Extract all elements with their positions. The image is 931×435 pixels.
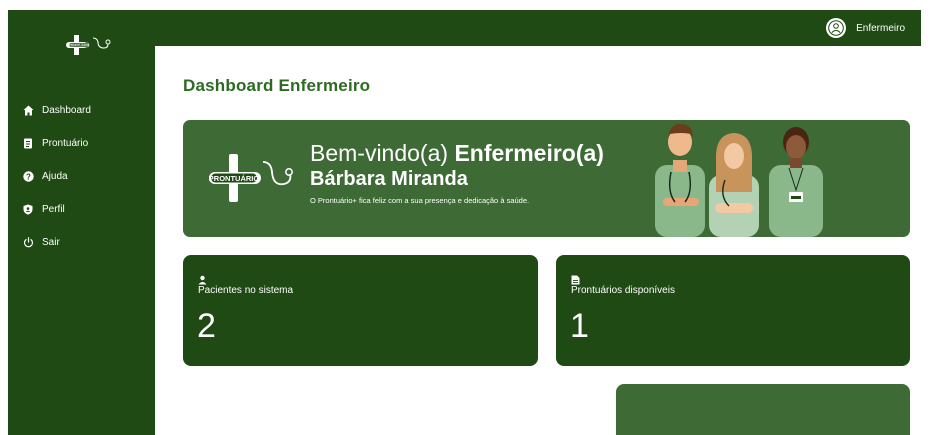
welcome-text: Bem-vindo(a) Enfermeiro(a) Bárbara Miran… [310, 140, 604, 205]
patients-card[interactable]: Pacientes no sistema 2 [183, 255, 538, 366]
svg-text:?: ? [26, 172, 31, 181]
app-logo[interactable]: PRONTUÁRIO [63, 32, 113, 58]
sidebar-item-ajuda[interactable]: ? Ajuda [22, 160, 91, 193]
welcome-heading: Bem-vindo(a) Enfermeiro(a) [310, 140, 604, 166]
sidebar-item-prontuario[interactable]: Prontuário [22, 127, 91, 160]
shield-icon [22, 204, 34, 216]
avatar[interactable] [826, 18, 847, 38]
banner-logo: PRONTUÁRIO [205, 152, 295, 204]
file-icon [571, 272, 580, 285]
sidebar-item-perfil[interactable]: Perfil [22, 193, 91, 226]
logo-text: PRONTUÁRIO [209, 174, 260, 183]
sidebar: PRONTUÁRIO Dashboard Prontuário ? Ajuda … [8, 10, 155, 435]
sidebar-item-label: Ajuda [42, 171, 68, 182]
home-icon [22, 105, 34, 117]
user-role-label: Enfermeiro [856, 22, 905, 34]
top-bar: Enfermeiro [155, 10, 921, 46]
patients-card-value: 2 [197, 307, 216, 345]
document-icon [22, 138, 34, 150]
page-title: Dashboard Enfermeiro [183, 76, 371, 95]
user-icon [198, 272, 207, 285]
svg-text:PRONTUÁRIO: PRONTUÁRIO [69, 42, 90, 47]
user-menu[interactable]: Enfermeiro [826, 18, 905, 38]
welcome-banner: PRONTUÁRIO Bem-vindo(a) Enfermeiro(a) Bá… [183, 120, 910, 237]
patients-card-label: Pacientes no sistema [198, 285, 294, 296]
sidebar-item-label: Perfil [42, 204, 65, 215]
sidebar-item-label: Prontuário [42, 138, 89, 149]
welcome-user-name: Bárbara Miranda [310, 168, 468, 190]
welcome-message: O Prontuário+ fica feliz com a sua prese… [310, 196, 530, 205]
sidebar-item-dashboard[interactable]: Dashboard [22, 94, 91, 127]
records-card[interactable]: Prontuários disponíveis 1 [556, 255, 910, 366]
sidebar-item-label: Sair [42, 237, 60, 248]
app-root: PRONTUÁRIO Dashboard Prontuário ? Ajuda … [0, 0, 931, 435]
power-icon [22, 237, 34, 249]
sidebar-item-label: Dashboard [42, 105, 91, 116]
sidebar-nav: Dashboard Prontuário ? Ajuda Perfil Sair [22, 94, 91, 259]
sidebar-item-sair[interactable]: Sair [22, 226, 91, 259]
info-card [616, 384, 910, 435]
help-icon: ? [22, 171, 34, 183]
records-card-label: Prontuários disponíveis [571, 285, 675, 296]
nurses-illustration [653, 120, 853, 237]
records-card-value: 1 [570, 307, 589, 345]
welcome-role: Enfermeiro(a) [454, 140, 604, 166]
